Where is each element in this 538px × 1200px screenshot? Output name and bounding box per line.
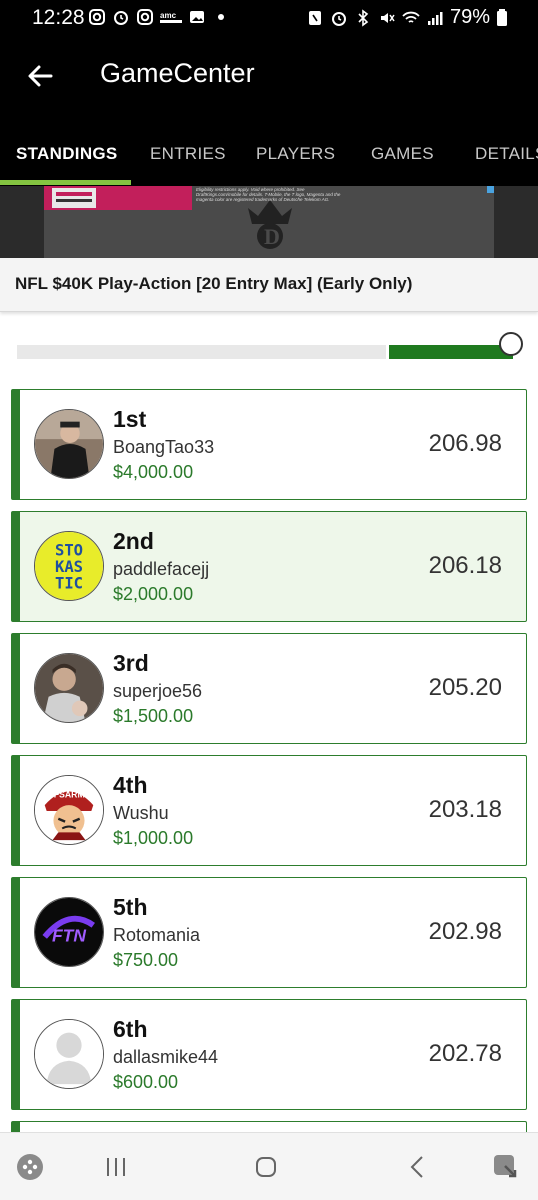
rank: 1st xyxy=(113,406,147,432)
contest-header: NFL $40K Play-Action [20 Entry Max] (Ear… xyxy=(0,258,538,312)
instagram-icon xyxy=(89,9,105,25)
tab-games[interactable]: GAMES xyxy=(371,144,434,164)
wifi-icon xyxy=(402,11,420,23)
alarm-icon xyxy=(331,11,346,26)
tab-players[interactable]: PLAYERS xyxy=(256,144,335,164)
standing-entry[interactable]: STO KAS TIC 2nd paddlefacejj $2,000.00 2… xyxy=(11,511,527,622)
standing-entry[interactable]: 3rd superjoe56 $1,500.00 205.20 xyxy=(11,633,527,744)
avatar: FTN xyxy=(34,897,104,967)
rank: 2nd xyxy=(113,528,154,554)
avatar xyxy=(34,653,104,723)
amc-icon: amc xyxy=(160,11,182,23)
svg-text:D: D xyxy=(264,224,280,249)
standing-entry[interactable]: 6th dallasmike44 $600.00 202.78 xyxy=(11,999,527,1110)
score: 206.98 xyxy=(428,430,502,457)
score: 206.18 xyxy=(428,552,502,579)
ad-banner[interactable]: Eligibility restrictions apply. Void whe… xyxy=(0,186,538,258)
default-user-icon xyxy=(35,1020,103,1088)
signal-icon xyxy=(427,11,443,25)
home-icon xyxy=(256,1157,276,1177)
prize: $2,000.00 xyxy=(113,584,194,604)
nfc-icon xyxy=(308,10,321,25)
prize: $600.00 xyxy=(113,1072,179,1092)
stokastic-logo-icon: STO KAS TIC xyxy=(35,532,103,600)
svg-text:amc: amc xyxy=(160,11,177,20)
page-title: GameCenter xyxy=(100,58,255,88)
username: superjoe56 xyxy=(113,681,203,701)
dfsarmy-logo-icon: DFSARMY xyxy=(35,776,103,844)
bluetooth-icon xyxy=(358,8,369,27)
notification-icons: amc xyxy=(88,8,230,26)
photo-avatar-icon xyxy=(35,410,103,478)
username: BoangTao33 xyxy=(113,437,215,457)
logo-text: KAS xyxy=(55,558,83,576)
avatar xyxy=(34,1019,104,1089)
draftkings-crown-icon: D xyxy=(248,200,292,249)
logo-text: STO xyxy=(55,541,83,559)
back-nav-button[interactable] xyxy=(402,1151,434,1183)
prize: $1,000.00 xyxy=(113,828,194,848)
recent-apps-button[interactable] xyxy=(100,1151,132,1183)
score: 202.78 xyxy=(428,1040,502,1067)
progress-track xyxy=(17,345,386,359)
standing-entry[interactable]: FTN 5th Rotomania $750.00 202.98 xyxy=(11,877,527,988)
avatar: DFSARMY xyxy=(34,775,104,845)
logo-text: DFSARMY xyxy=(47,789,90,799)
ad-info-icon[interactable] xyxy=(487,186,494,193)
app-bar: GameCenter xyxy=(0,36,538,128)
system-nav-bar xyxy=(0,1132,538,1200)
mute-icon xyxy=(380,12,395,23)
ad-content[interactable]: Eligibility restrictions apply. Void whe… xyxy=(44,186,494,258)
back-arrow-icon xyxy=(28,65,53,87)
score: 203.18 xyxy=(428,796,502,823)
photo-avatar-icon xyxy=(35,654,103,722)
rank: 5th xyxy=(113,894,148,920)
ftn-logo-icon: FTN xyxy=(35,898,103,966)
standing-entry[interactable]: DFSARMY 4th Wushu $1,000.00 203.18 xyxy=(11,755,527,866)
avatar xyxy=(34,409,104,479)
back-icon xyxy=(410,1156,423,1178)
logo-text: TIC xyxy=(55,574,83,592)
alarm-icon xyxy=(114,11,128,25)
username: dallasmike44 xyxy=(113,1047,219,1067)
username: Rotomania xyxy=(113,925,201,945)
prize: $750.00 xyxy=(113,950,179,970)
rank: 6th xyxy=(113,1016,148,1042)
contest-title: NFL $40K Play-Action [20 Entry Max] (Ear… xyxy=(15,274,413,293)
status-time: 12:28 xyxy=(32,6,85,29)
assistant-button[interactable] xyxy=(490,1151,522,1183)
username: Wushu xyxy=(113,803,169,823)
home-button[interactable] xyxy=(250,1151,282,1183)
tab-standings[interactable]: STANDINGS xyxy=(16,144,118,164)
dot-icon xyxy=(218,14,224,20)
gallery-icon xyxy=(190,11,204,23)
instagram-icon xyxy=(137,9,153,25)
prize: $1,500.00 xyxy=(113,706,194,726)
assistant-icon xyxy=(494,1155,517,1178)
status-bar: 12:28 amc 79% xyxy=(0,0,538,36)
standing-entry[interactable]: 1st BoangTao33 $4,000.00 206.98 xyxy=(11,389,527,500)
score: 202.98 xyxy=(428,918,502,945)
rank: 4th xyxy=(113,772,148,798)
tab-details[interactable]: DETAILS xyxy=(475,144,538,164)
battery-percent: 79% xyxy=(449,6,490,28)
username: paddlefacejj xyxy=(113,559,210,579)
ad-brand-strip xyxy=(44,186,192,210)
system-icons: 79% xyxy=(306,6,508,29)
rank: 3rd xyxy=(113,650,149,676)
progress-fill xyxy=(389,345,513,359)
back-button[interactable] xyxy=(22,58,58,94)
logo-text: FTN xyxy=(52,926,86,946)
recent-apps-icon xyxy=(107,1158,125,1176)
tab-bar: STANDINGS ENTRIES PLAYERS GAMES DETAILS xyxy=(0,128,538,186)
tab-entries[interactable]: ENTRIES xyxy=(150,144,226,164)
game-launcher-icon xyxy=(17,1154,43,1180)
battery-icon xyxy=(497,8,507,26)
score: 205.20 xyxy=(428,674,502,701)
avatar: STO KAS TIC xyxy=(34,531,104,601)
progress-handle[interactable] xyxy=(499,332,523,356)
tab-indicator xyxy=(0,180,131,185)
game-launcher-button[interactable] xyxy=(14,1151,46,1183)
prize: $4,000.00 xyxy=(113,462,194,482)
